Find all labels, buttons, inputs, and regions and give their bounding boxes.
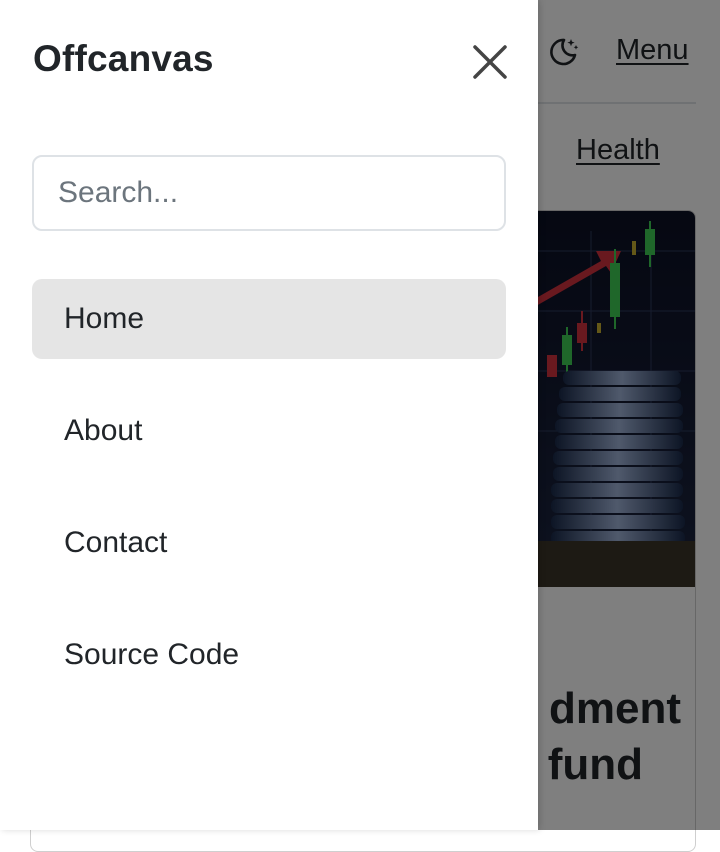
search-input[interactable] — [32, 155, 506, 231]
offcanvas-title: Offcanvas — [33, 38, 214, 79]
nav-item-source-code[interactable]: Source Code — [32, 615, 506, 695]
close-icon — [473, 45, 507, 79]
nav-item-home[interactable]: Home — [32, 279, 506, 359]
nav-item-label: Source Code — [64, 638, 240, 671]
nav-item-label: About — [64, 414, 143, 447]
offcanvas-panel: Offcanvas Home About Contact Source Code — [0, 0, 538, 830]
offcanvas-nav: Home About Contact Source Code — [32, 279, 506, 727]
nav-item-contact[interactable]: Contact — [32, 503, 506, 583]
nav-item-label: Home — [64, 302, 145, 335]
nav-item-label: Contact — [64, 526, 168, 559]
nav-item-about[interactable]: About — [32, 391, 506, 471]
close-button[interactable] — [468, 40, 512, 84]
